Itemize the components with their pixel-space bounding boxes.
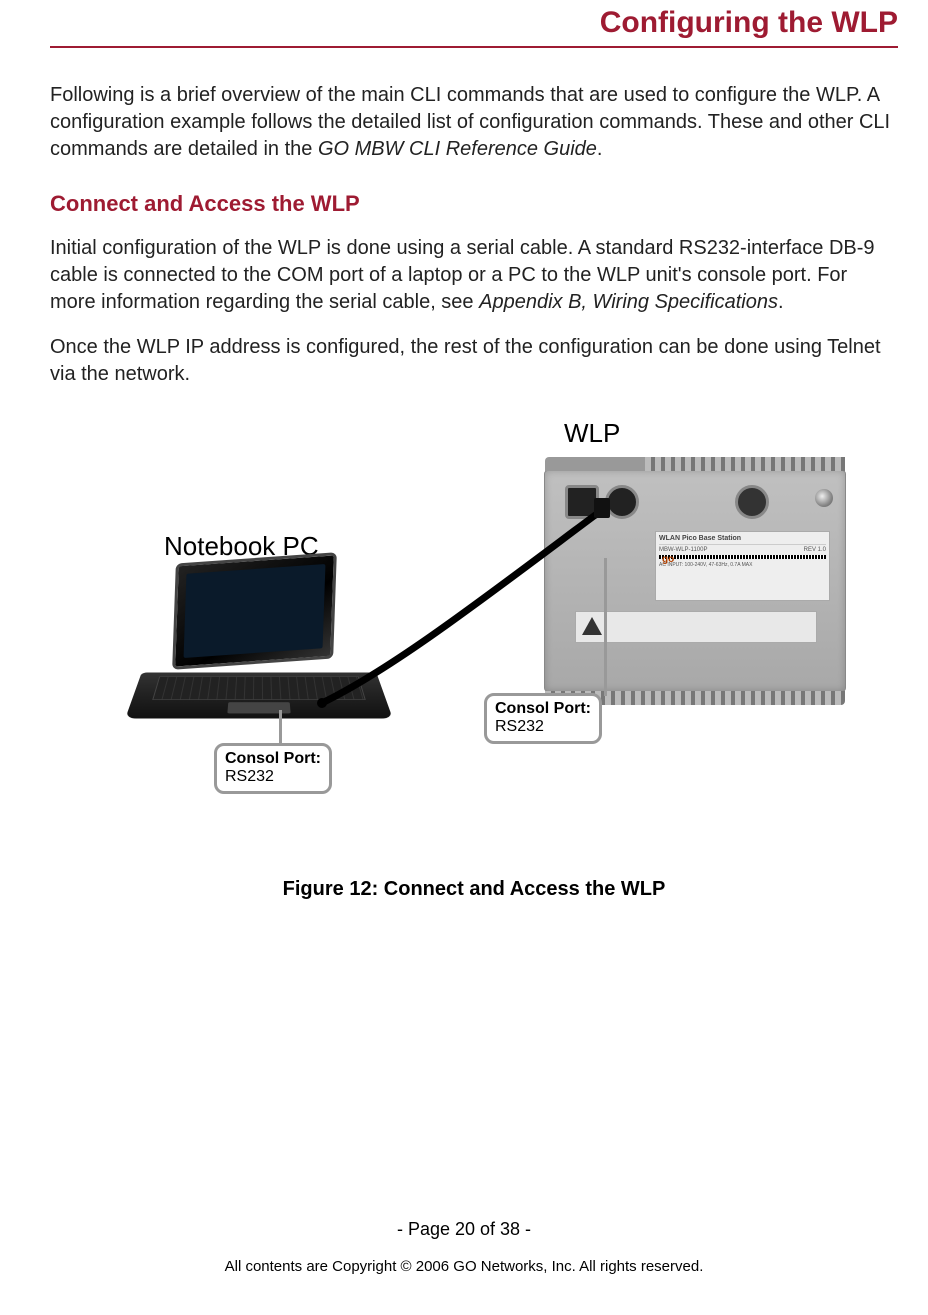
wlp-label: WLP [564,418,620,449]
wlp-port-icon [735,485,769,519]
wlp-port-icon [565,485,599,519]
wlp-device-label: WLAN Pico Base Station MBW-WLP-1100P REV… [655,531,830,601]
go-logo: go [662,554,674,565]
wlp-port-callout: Consol Port: RS232 [484,693,602,744]
page-title: Configuring the WLP [50,6,898,48]
device-model: MBW-WLP-1100P [659,547,707,553]
callout-connector-line [604,558,607,696]
page-footer: - Page 20 of 38 - All contents are Copyr… [0,1219,928,1275]
screw-icon [815,489,833,507]
callout-title: Consol Port: [225,750,321,767]
connect-text-b: . [778,291,784,313]
laptop-screen [172,552,337,670]
wlp-notice-plate [575,611,817,643]
wlp-port-icon [605,485,639,519]
wlp-device-illustration: WLAN Pico Base Station MBW-WLP-1100P REV… [544,470,846,692]
callout-connector-line [279,710,282,745]
figure-caption: Figure 12: Connect and Access the WLP [50,878,898,901]
laptop-illustration [104,558,404,748]
laptop-port-callout: Consol Port: RS232 [214,743,332,794]
intro-text-b: . [597,138,603,160]
callout-value: RS232 [225,768,274,785]
page-number: - Page 20 of 38 - [0,1219,928,1240]
device-rev: REV 1.0 [804,547,826,553]
callout-value: RS232 [495,718,544,735]
intro-reference: GO MBW CLI Reference Guide [318,138,597,160]
copyright-text: All contents are Copyright © 2006 GO Net… [0,1258,928,1275]
connect-paragraph-1: Initial configuration of the WLP is done… [50,235,898,316]
figure-diagram: WLP Notebook PC WLAN Pico Base Station M… [64,418,884,838]
callout-title: Consol Port: [495,700,591,717]
section-heading: Connect and Access the WLP [50,191,898,217]
intro-paragraph: Following is a brief overview of the mai… [50,82,898,163]
laptop-base [125,672,393,718]
device-label-head: WLAN Pico Base Station [659,535,826,545]
appendix-reference: Appendix B, Wiring Specifications [479,291,778,313]
warning-icon [582,617,602,635]
connect-paragraph-2: Once the WLP IP address is configured, t… [50,334,898,388]
